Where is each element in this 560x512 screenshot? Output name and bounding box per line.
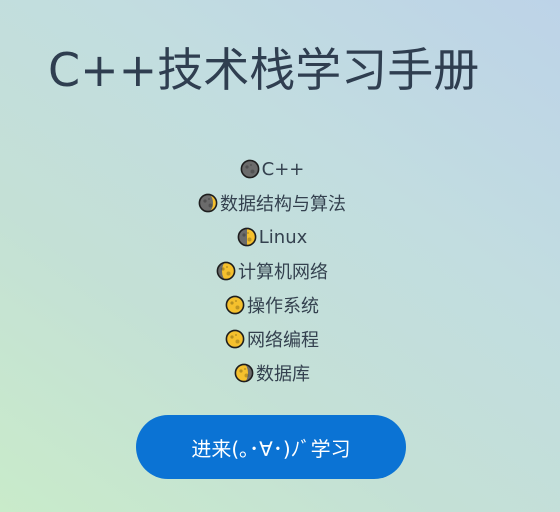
topic-item-cpp: C++ [0, 152, 544, 186]
page-title: C++技术栈学习手册 [48, 43, 480, 97]
topic-label: 数据库 [256, 364, 310, 385]
topic-label: 网络编程 [247, 330, 319, 351]
full-moon-icon [225, 329, 245, 349]
full-moon-icon [225, 295, 245, 315]
start-learning-button[interactable]: 进来(｡･∀･)ﾉﾞ学习 [136, 415, 406, 479]
topic-label: 操作系统 [247, 296, 319, 317]
waxing-gibbous-moon-icon [216, 261, 236, 281]
topic-item-operating-system: 操作系统 [0, 288, 544, 322]
topic-item-database: 数据库 [0, 356, 544, 390]
topic-item-computer-network: 计算机网络 [0, 254, 544, 288]
topic-item-network-programming: 网络编程 [0, 322, 544, 356]
topic-item-linux: Linux [0, 220, 544, 254]
topic-label: C++ [261, 158, 305, 180]
first-quarter-moon-icon [237, 227, 257, 247]
topic-item-data-structures: 数据结构与算法 [0, 186, 544, 220]
topic-label: 数据结构与算法 [220, 194, 346, 215]
new-moon-icon [240, 159, 260, 179]
topic-label: 计算机网络 [238, 262, 328, 283]
waxing-crescent-moon-icon [198, 193, 218, 213]
topic-label: Linux [258, 226, 308, 248]
topic-list: C++ 数据结构与算法 Linux 计算机网络 操作系统 网络编程 数据库 [0, 152, 544, 390]
waning-gibbous-moon-icon [234, 363, 254, 383]
